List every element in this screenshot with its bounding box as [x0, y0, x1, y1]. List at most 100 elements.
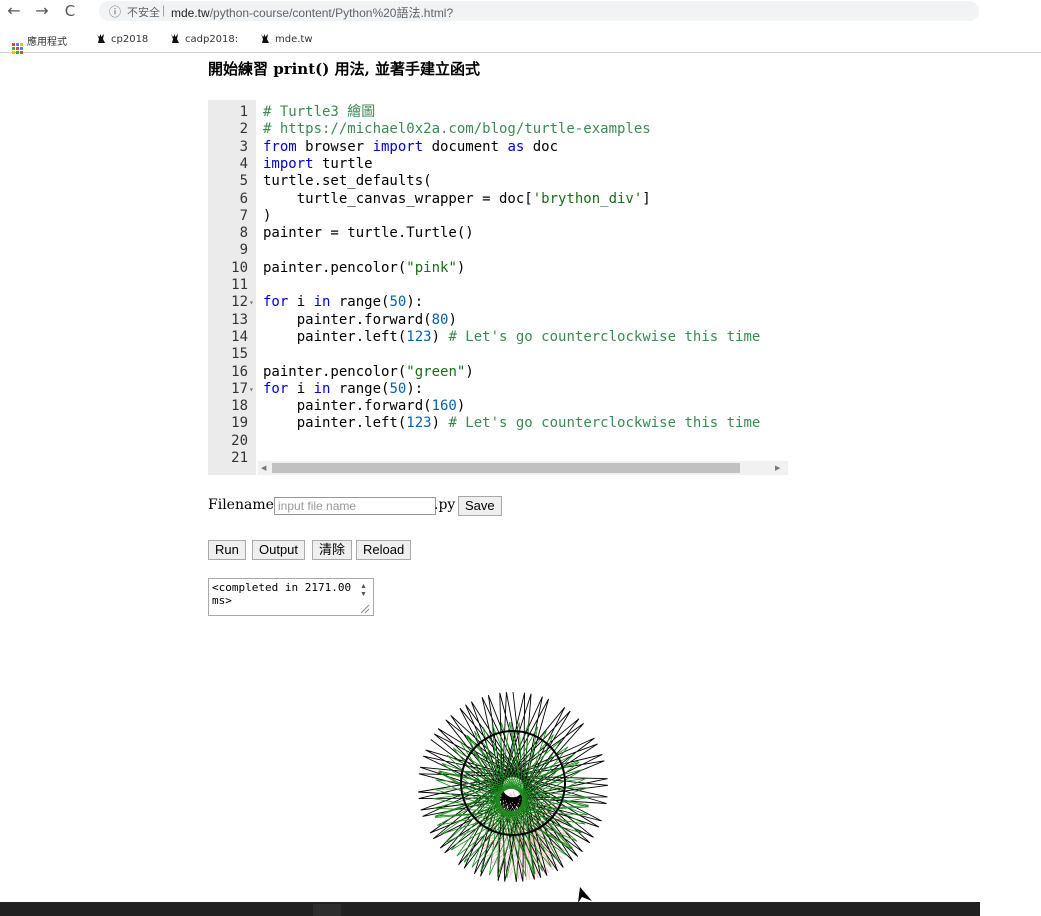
horizontal-scroll-thumb[interactable] [272, 463, 740, 473]
code-token: turtle_canvas_wrapper = doc[ [263, 190, 533, 207]
output-textarea[interactable]: <completed in 2171.00 ms> [208, 578, 374, 616]
browser-toolbar: ← → C ⓘ 不安全 | mde.tw/python-course/conte… [0, 0, 1041, 24]
line-number: 9 [239, 242, 248, 259]
code-line[interactable]: 18 painter.forward(160) [208, 398, 783, 415]
code-token: 123 [406, 328, 432, 345]
code-token: 50 [389, 380, 407, 397]
code-token: painter.forward( [263, 398, 432, 415]
code-line[interactable]: 17 ▾ for i in range(50): [208, 381, 783, 398]
code-line[interactable]: 3 from browser import document as doc [208, 139, 783, 156]
github-icon [97, 34, 105, 43]
url-text[interactable]: mde.tw/python-course/content/Python%20語法… [171, 4, 453, 21]
clear-button[interactable]: 清除 [312, 540, 353, 560]
output-button[interactable]: Output [252, 540, 306, 560]
code-token: painter = turtle.Turtle() [263, 225, 474, 242]
code-line[interactable]: 1 # Turtle3 繪圖 [208, 104, 783, 121]
code-editor[interactable]: 1 # Turtle3 繪圖 2 # https://michael0x2a.com/… [208, 100, 788, 475]
insecure-label: 不安全 [127, 6, 160, 19]
line-number: 7 [239, 207, 248, 224]
turtle-cursor-icon [578, 887, 592, 903]
code-line[interactable]: 5 turtle.set_defaults( [208, 173, 783, 190]
code-line[interactable]: 7) [208, 208, 783, 225]
code-line[interactable]: 9 [208, 242, 783, 259]
code-line[interactable]: 12 ▾ for i in range(50): [208, 294, 783, 311]
line-number: 11 [231, 277, 248, 293]
save-button[interactable]: Save [458, 496, 502, 516]
code-line[interactable]: 6 turtle_canvas_wrapper = doc['brython_d… [208, 191, 783, 208]
back-icon[interactable]: ← [4, 1, 24, 21]
code-line[interactable]: 10 painter.pencolor("pink") [208, 260, 783, 277]
reload-icon[interactable]: C [60, 1, 80, 21]
code-line[interactable]: 14 painter.left(123) # Let's go counterc… [208, 329, 783, 346]
code-line[interactable]: 11 [208, 277, 783, 294]
code-line[interactable]: 15 [208, 346, 783, 363]
code-token: ) [263, 207, 272, 224]
code-token: # Turtle3 繪圖 [263, 104, 376, 120]
omnibox-separator: | [162, 3, 166, 17]
bookmark-mde[interactable]: mde.tw [260, 33, 313, 45]
code-line[interactable]: 2 # https://michael0x2a.com/blog/turtle-e… [208, 121, 783, 138]
forward-icon[interactable]: → [32, 1, 52, 21]
code-line[interactable]: 8 painter = turtle.Turtle() [208, 225, 783, 242]
code-line[interactable]: 13 painter.forward(80) [208, 312, 783, 329]
code-line[interactable]: 16 painter.pencolor("green") [208, 364, 783, 381]
code-token: ) [456, 259, 466, 276]
code-token: range( [330, 380, 390, 397]
code-token: painter.pencolor( [263, 259, 407, 276]
run-button[interactable]: Run [208, 540, 246, 560]
bookmark-apps[interactable]: 應用程式 [12, 33, 67, 54]
code-text: import turtle [263, 156, 373, 173]
code-line[interactable]: 19 painter.left(123) # Let's go counterc… [208, 415, 783, 432]
github-icon [261, 34, 269, 43]
code-token: as [507, 138, 525, 155]
code-line[interactable]: 4 import turtle [208, 156, 783, 173]
filename-label: Filename: [208, 497, 279, 513]
fold-arrow-icon[interactable]: ▾ [249, 381, 254, 398]
line-number: 20 [231, 432, 248, 449]
code-text: ) [263, 208, 271, 225]
code-line[interactable]: 20 [208, 433, 783, 450]
bookmark-cadp2018[interactable]: cadp2018: [170, 33, 238, 45]
line-number: 15 [231, 346, 248, 363]
code-token: 50 [389, 294, 407, 311]
code-token: ): [406, 294, 424, 311]
code-token: in [313, 380, 331, 397]
spinner-up-icon: ▲ [360, 583, 367, 590]
code-text: from browser import document as doc [263, 139, 558, 156]
code-token: ): [406, 380, 424, 397]
code-token: painter.left( [263, 328, 407, 345]
filename-input[interactable] [274, 497, 436, 515]
line-number: 14 [231, 328, 248, 345]
code-text: turtle.set_defaults( [263, 173, 432, 190]
code-token: range( [330, 294, 390, 311]
output-resize-handle[interactable]: ▲ ▼ [357, 579, 371, 615]
reload-button[interactable]: Reload [356, 540, 412, 560]
line-number: 18 [231, 398, 248, 415]
code-token: painter.left( [263, 415, 407, 432]
code-token: 160 [431, 398, 457, 415]
fold-arrow-icon[interactable]: ▾ [249, 294, 254, 311]
code-text: painter.pencolor("green") [263, 364, 474, 381]
line-number: 8 [239, 225, 248, 242]
code-token: painter.forward( [263, 311, 432, 328]
line-number: 5 [239, 173, 248, 190]
code-token: 'brython_div' [532, 190, 643, 207]
bookmark-cp2018[interactable]: cp2018 [96, 33, 148, 45]
code-token: ) [431, 328, 449, 345]
horizontal-scrollbar[interactable]: ◀ ▶ [258, 461, 788, 475]
bookmark-label: 應用程式 [27, 37, 67, 48]
turtle-canvas [418, 691, 609, 903]
code-token: import [263, 155, 314, 172]
code-token: for [263, 294, 289, 311]
code-text: for i in range(50): [263, 381, 423, 398]
scroll-left-icon[interactable]: ◀ [261, 464, 266, 472]
line-number: 6 [239, 190, 248, 207]
code-text: turtle_canvas_wrapper = doc['brython_div… [263, 191, 651, 208]
taskbar-item[interactable] [313, 904, 341, 916]
code-token: document [423, 138, 508, 155]
info-icon[interactable]: ⓘ [109, 3, 121, 20]
address-bar[interactable]: ⓘ 不安全 | mde.tw/python-course/content/Pyt… [99, 1, 979, 21]
line-number: 2 [239, 121, 248, 138]
code-token: ) [448, 311, 457, 328]
scroll-right-icon[interactable]: ▶ [775, 464, 780, 472]
